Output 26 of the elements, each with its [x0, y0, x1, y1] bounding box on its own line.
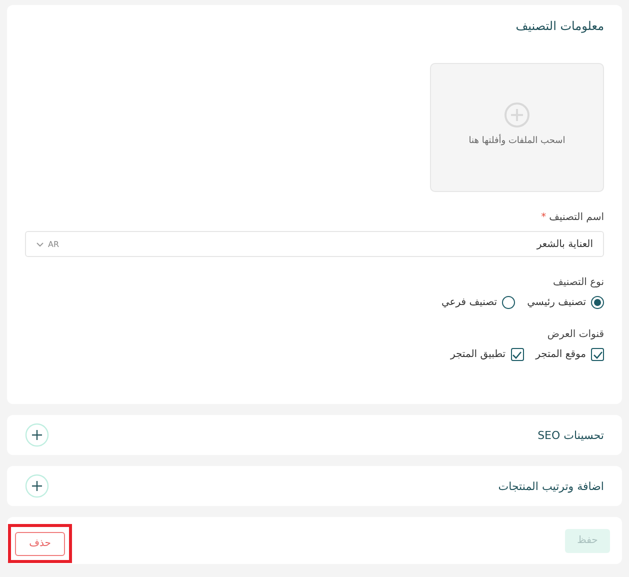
section-title: تحسينات SEO: [538, 428, 604, 442]
option-label: تصنيف فرعي: [441, 297, 498, 308]
chevron-down-icon: [36, 242, 44, 246]
plus-circle-icon[interactable]: [25, 423, 49, 447]
field-value: العناية بالشعر: [536, 238, 593, 250]
option-label: موقع المتجر: [536, 349, 586, 360]
delete-button[interactable]: حذف: [15, 532, 65, 556]
section-title: معلومات التصنيف: [514, 19, 604, 33]
section-title: اضافة وترتيب المنتجات: [498, 480, 604, 492]
plus-circle-icon[interactable]: [25, 474, 49, 498]
language-selector[interactable]: AR: [36, 240, 60, 248]
collapsible-section[interactable]: اضافة وترتيب المنتجات: [7, 466, 622, 506]
required-asterisk: *: [541, 212, 546, 223]
option-label: تصنيف رئيسي: [527, 297, 586, 308]
checkbox[interactable]: [591, 348, 604, 361]
plus-circle-icon: [504, 102, 530, 128]
radio-button[interactable]: [591, 296, 604, 309]
radio-button[interactable]: [502, 296, 516, 309]
checkbox[interactable]: [510, 348, 524, 361]
drop-hint: اسحب الملفات وأفلتها هنا: [468, 136, 566, 146]
collapsible-section[interactable]: تحسينات SEO: [7, 415, 622, 455]
group-label: نوع التصنيف: [553, 277, 604, 288]
field-label: اسم التصنيف: [549, 212, 604, 223]
option-label: تطبيق المتجر: [450, 349, 506, 360]
file-drop-zone[interactable]: اسحب الملفات وأفلتها هنا: [430, 63, 604, 192]
group-label: قنوات العرض: [547, 329, 604, 340]
